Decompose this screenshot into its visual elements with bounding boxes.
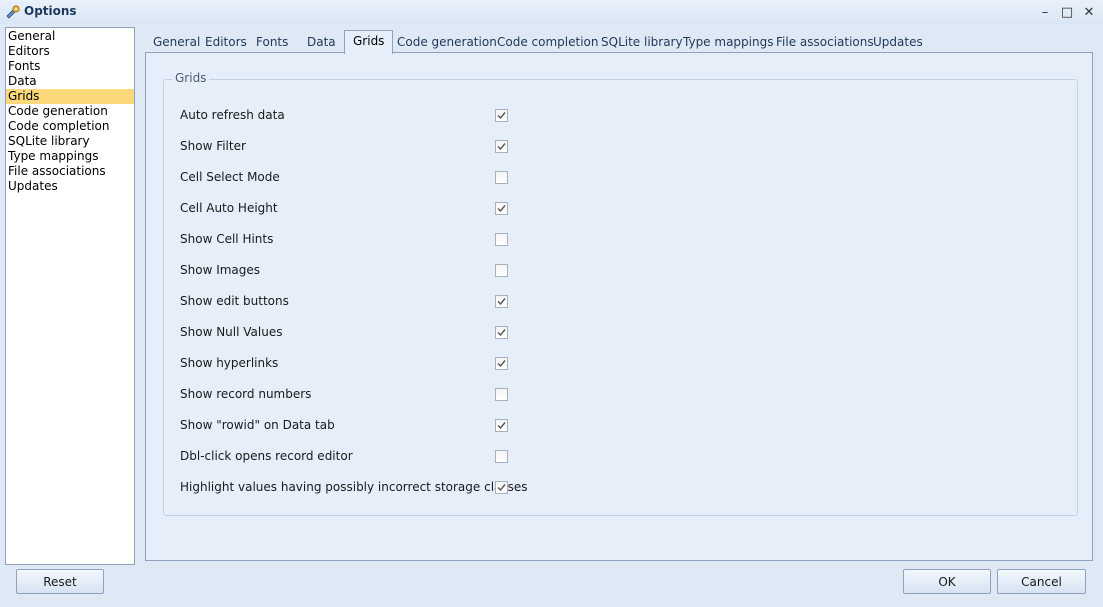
dbl-click-opens-record-editor-checkbox[interactable] [495, 450, 508, 463]
tab-updates[interactable]: Updates [873, 34, 923, 53]
tab-strip: General Editors Fonts Data Grids Code ge… [146, 30, 1096, 54]
option-row: Show Null Values [180, 324, 520, 342]
tab-fonts[interactable]: Fonts [256, 34, 288, 53]
option-label: Show Filter [180, 139, 246, 153]
show-edit-buttons-checkbox[interactable] [495, 295, 508, 308]
sidebar-item-code-generation[interactable]: Code generation [6, 104, 134, 119]
show-rowid-on-data-tab-checkbox[interactable] [495, 419, 508, 432]
sidebar-item-file-associations[interactable]: File associations [6, 164, 134, 179]
option-row: Dbl-click opens record editor [180, 448, 520, 466]
title-bar: Options – □ ✕ [0, 0, 1103, 24]
checkmark-icon [497, 298, 506, 306]
option-row: Show record numbers [180, 386, 520, 404]
option-row: Cell Auto Height [180, 200, 520, 218]
tab-sqlite-library[interactable]: SQLite library [601, 34, 683, 53]
tab-code-generation[interactable]: Code generation [397, 34, 497, 53]
ok-button[interactable]: OK [903, 569, 991, 594]
grids-group-box: Grids Auto refresh data Show Filter Cell… [163, 71, 1078, 516]
sidebar-item-editors[interactable]: Editors [6, 44, 134, 59]
option-label: Show Cell Hints [180, 232, 274, 246]
show-images-checkbox[interactable] [495, 264, 508, 277]
auto-refresh-data-checkbox[interactable] [495, 109, 508, 122]
show-cell-hints-checkbox[interactable] [495, 233, 508, 246]
option-row: Show hyperlinks [180, 355, 520, 373]
sidebar-item-data[interactable]: Data [6, 74, 134, 89]
cell-select-mode-checkbox[interactable] [495, 171, 508, 184]
tab-type-mappings[interactable]: Type mappings [683, 34, 773, 53]
sidebar-item-general[interactable]: General [6, 29, 134, 44]
minimize-button[interactable]: – [1036, 3, 1054, 21]
option-label: Show Images [180, 263, 261, 277]
sidebar-item-code-completion[interactable]: Code completion [6, 119, 134, 134]
grids-tab-panel: Grids Auto refresh data Show Filter Cell… [145, 52, 1093, 561]
maximize-button[interactable]: □ [1058, 3, 1076, 21]
tab-code-completion[interactable]: Code completion [497, 34, 598, 53]
sidebar-item-type-mappings[interactable]: Type mappings [6, 149, 134, 164]
option-row: Highlight values having possibly incorre… [180, 479, 528, 497]
options-app-icon [5, 4, 21, 20]
show-filter-checkbox[interactable] [495, 140, 508, 153]
show-hyperlinks-checkbox[interactable] [495, 357, 508, 370]
checkmark-icon [497, 112, 506, 120]
highlight-incorrect-storage-classes-checkbox[interactable] [495, 481, 508, 494]
show-null-values-checkbox[interactable] [495, 326, 508, 339]
option-label: Show "rowid" on Data tab [180, 418, 335, 432]
option-label: Auto refresh data [180, 108, 285, 122]
reset-button[interactable]: Reset [16, 569, 104, 594]
window-title: Options [24, 4, 77, 18]
option-row: Show "rowid" on Data tab [180, 417, 520, 435]
checkmark-icon [497, 484, 506, 492]
checkmark-icon [497, 205, 506, 213]
option-label: Cell Select Mode [180, 170, 280, 184]
checkmark-icon [497, 360, 506, 368]
checkmark-icon [497, 143, 506, 151]
tab-data[interactable]: Data [307, 34, 336, 53]
option-label: Cell Auto Height [180, 201, 278, 215]
option-row: Show edit buttons [180, 293, 520, 311]
sidebar-item-updates[interactable]: Updates [6, 179, 134, 194]
show-record-numbers-checkbox[interactable] [495, 388, 508, 401]
options-category-list: General Editors Fonts Data Grids Code ge… [5, 27, 135, 565]
cancel-button[interactable]: Cancel [997, 569, 1086, 594]
tab-grids[interactable]: Grids [344, 30, 394, 54]
checkmark-icon [497, 329, 506, 337]
option-row: Show Cell Hints [180, 231, 520, 249]
option-row: Cell Select Mode [180, 169, 520, 187]
group-title: Grids [172, 71, 210, 85]
sidebar-item-sqlite-library[interactable]: SQLite library [6, 134, 134, 149]
checkmark-icon [497, 422, 506, 430]
option-row: Auto refresh data [180, 107, 520, 125]
option-label: Show Null Values [180, 325, 283, 339]
option-row: Show Filter [180, 138, 520, 156]
sidebar-item-fonts[interactable]: Fonts [6, 59, 134, 74]
sidebar-item-grids[interactable]: Grids [6, 89, 134, 104]
tab-general[interactable]: General [153, 34, 200, 53]
option-row: Show Images [180, 262, 520, 280]
option-label: Show edit buttons [180, 294, 289, 308]
tab-file-associations[interactable]: File associations [776, 34, 874, 53]
cell-auto-height-checkbox[interactable] [495, 202, 508, 215]
close-button[interactable]: ✕ [1080, 3, 1098, 21]
option-label: Dbl-click opens record editor [180, 449, 353, 463]
option-label: Highlight values having possibly incorre… [180, 480, 528, 494]
option-label: Show hyperlinks [180, 356, 279, 370]
tab-editors[interactable]: Editors [205, 34, 247, 53]
option-label: Show record numbers [180, 387, 312, 401]
